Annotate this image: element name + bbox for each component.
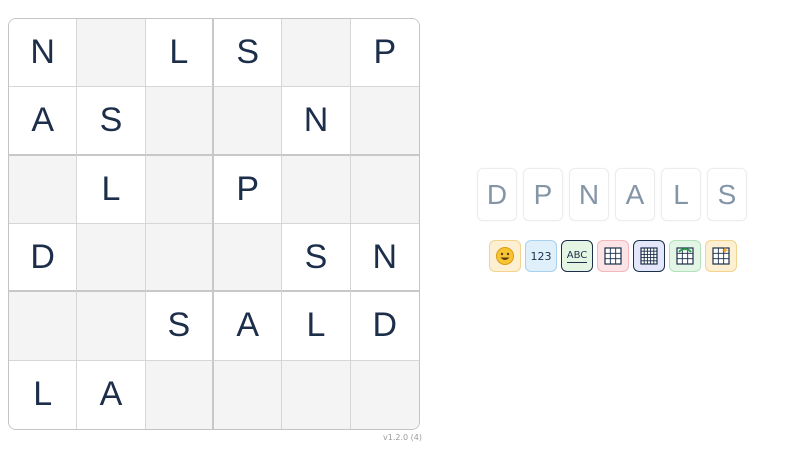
- grid-cell-r4c6[interactable]: N: [350, 224, 419, 293]
- grid-cell-r1c1[interactable]: N: [9, 19, 78, 88]
- grid-refresh-icon: [676, 247, 694, 265]
- grid-sparkle-icon: [712, 247, 730, 265]
- grid-sparkle-button[interactable]: [705, 240, 737, 272]
- grid-cell-r6c3[interactable]: [145, 360, 214, 429]
- grid-cell-r5c1[interactable]: [9, 292, 78, 361]
- grid-cell-r2c6[interactable]: [350, 87, 419, 156]
- tool-bar: 123 ABC: [489, 240, 737, 272]
- grid-cell-r1c4[interactable]: S: [214, 19, 283, 88]
- bank-letter-1[interactable]: D: [477, 168, 517, 221]
- grid-cell-r6c2[interactable]: A: [77, 360, 146, 429]
- grid-cell-r4c1[interactable]: D: [9, 224, 78, 293]
- grid-cell-r6c5[interactable]: [282, 360, 351, 429]
- grid-cell-r3c4[interactable]: P: [214, 155, 283, 224]
- grid-cell-r3c3[interactable]: [145, 155, 214, 224]
- number-mode-label: 123: [530, 249, 552, 263]
- grid-cell-r4c5[interactable]: S: [282, 224, 351, 293]
- grid-icon: [604, 247, 622, 265]
- bank-letter-3[interactable]: N: [569, 168, 609, 221]
- grid-cell-r6c6[interactable]: [350, 360, 419, 429]
- puzzle-page: NLSPASNLPDSNSALDLA v1.2.0 (4) DPNALS 123…: [0, 0, 800, 450]
- bank-letter-5[interactable]: L: [661, 168, 701, 221]
- bank-letter-4[interactable]: A: [615, 168, 655, 221]
- number-mode-button[interactable]: 123: [525, 240, 557, 272]
- grid-cell-r5c4[interactable]: A: [214, 292, 283, 361]
- grid-cell-r5c3[interactable]: S: [145, 292, 214, 361]
- bank-letter-6[interactable]: S: [707, 168, 747, 221]
- grid-cell-r1c5[interactable]: [282, 19, 351, 88]
- grid-cell-r5c6[interactable]: D: [350, 292, 419, 361]
- grid-cell-r1c6[interactable]: P: [350, 19, 419, 88]
- letter-mode-button[interactable]: ABC: [561, 240, 593, 272]
- bank-letter-2[interactable]: P: [523, 168, 563, 221]
- grid-cell-r1c3[interactable]: L: [145, 19, 214, 88]
- grid-cell-r3c6[interactable]: [350, 155, 419, 224]
- grid-small-button[interactable]: [597, 240, 629, 272]
- grid-cell-r2c5[interactable]: N: [282, 87, 351, 156]
- grid-cell-r2c3[interactable]: [145, 87, 214, 156]
- grid-cell-r1c2[interactable]: [77, 19, 146, 88]
- grid-cell-r6c4[interactable]: [214, 360, 283, 429]
- puzzle-grid: NLSPASNLPDSNSALDLA: [8, 18, 420, 430]
- grid-cell-r2c4[interactable]: [214, 87, 283, 156]
- version-label: v1.2.0 (4): [383, 433, 422, 442]
- smiley-icon: [495, 246, 515, 266]
- emoji-mode-button[interactable]: [489, 240, 521, 272]
- grid-cell-r3c5[interactable]: [282, 155, 351, 224]
- grid-cell-r5c2[interactable]: [77, 292, 146, 361]
- letter-bank: DPNALS: [477, 168, 747, 221]
- grid-cell-r2c2[interactable]: S: [77, 87, 146, 156]
- grid-cell-r3c2[interactable]: L: [77, 155, 146, 224]
- grid-cell-r4c3[interactable]: [145, 224, 214, 293]
- grid-cell-r4c2[interactable]: [77, 224, 146, 293]
- grid-large-button[interactable]: [633, 240, 665, 272]
- grid-cell-r3c1[interactable]: [9, 155, 78, 224]
- grid-refresh-button[interactable]: [669, 240, 701, 272]
- grid-cell-r6c1[interactable]: L: [9, 360, 78, 429]
- grid-cell-r4c4[interactable]: [214, 224, 283, 293]
- letter-mode-label: ABC: [566, 249, 588, 263]
- grid-cell-r5c5[interactable]: L: [282, 292, 351, 361]
- grid-cell-r2c1[interactable]: A: [9, 87, 78, 156]
- grid-dense-icon: [640, 247, 658, 265]
